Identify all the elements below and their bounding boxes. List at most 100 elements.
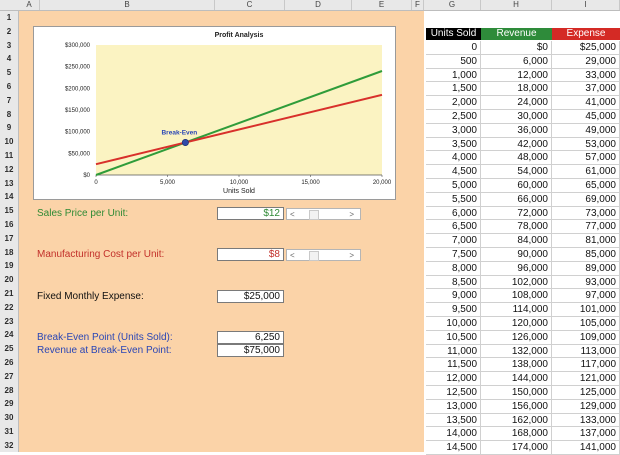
row-header-6[interactable]: 6 — [0, 80, 18, 94]
table-cell[interactable]: 7,000 — [426, 234, 481, 248]
row-header-13[interactable]: 13 — [0, 177, 18, 191]
table-cell[interactable]: 1,000 — [426, 68, 481, 83]
table-cell[interactable]: 14,500 — [426, 441, 481, 455]
scroll-thumb[interactable] — [309, 251, 319, 261]
table-cell[interactable]: 29,000 — [552, 54, 620, 69]
row-header-30[interactable]: 30 — [0, 411, 18, 425]
row-header-16[interactable]: 16 — [0, 218, 18, 232]
row-header-19[interactable]: 19 — [0, 259, 18, 273]
column-header-e[interactable]: E — [352, 0, 412, 10]
row-header-18[interactable]: 18 — [0, 246, 18, 260]
table-cell[interactable]: 6,000 — [426, 206, 481, 221]
row-header-4[interactable]: 4 — [0, 52, 18, 66]
row-header-1[interactable]: 1 — [0, 11, 18, 25]
mfg-cost-input[interactable]: $8 — [217, 248, 284, 261]
scroll-right-arrow[interactable]: > — [349, 250, 354, 261]
row-header-31[interactable]: 31 — [0, 425, 18, 439]
table-cell[interactable]: 49,000 — [552, 123, 620, 138]
table-cell[interactable]: 108,000 — [481, 289, 552, 304]
table-cell[interactable]: 500 — [426, 54, 481, 69]
table-cell[interactable]: 73,000 — [552, 206, 620, 221]
table-header-cell[interactable]: Revenue — [481, 28, 552, 40]
row-header-21[interactable]: 21 — [0, 287, 18, 301]
table-cell[interactable]: 36,000 — [481, 123, 552, 138]
table-cell[interactable]: 125,000 — [552, 386, 620, 400]
row-header-9[interactable]: 9 — [0, 121, 18, 135]
scroll-left-arrow[interactable]: < — [290, 250, 295, 261]
column-header-g[interactable]: G — [424, 0, 481, 10]
table-cell[interactable]: 129,000 — [552, 399, 620, 414]
profit-chart[interactable]: Profit Analysis Units Sold 0 5,000 10,000 1… — [33, 26, 396, 200]
table-cell[interactable]: 77,000 — [552, 220, 620, 235]
table-cell[interactable]: 89,000 — [552, 261, 620, 276]
table-cell[interactable]: 132,000 — [481, 344, 552, 359]
table-cell[interactable]: 81,000 — [552, 234, 620, 248]
table-cell[interactable]: 42,000 — [481, 137, 552, 152]
table-cell[interactable]: 13,000 — [426, 399, 481, 414]
table-cell[interactable]: 12,500 — [426, 386, 481, 400]
table-cell[interactable]: 93,000 — [552, 275, 620, 290]
row-header-24[interactable]: 24 — [0, 328, 18, 342]
table-cell[interactable]: 11,500 — [426, 358, 481, 373]
column-header-i[interactable]: I — [552, 0, 620, 10]
table-cell[interactable]: 41,000 — [552, 96, 620, 110]
row-header-32[interactable]: 32 — [0, 439, 18, 453]
table-cell[interactable]: $25,000 — [552, 41, 620, 55]
sales-price-input[interactable]: $12 — [217, 207, 284, 220]
column-header-a[interactable]: A — [19, 0, 40, 10]
column-header-b[interactable]: B — [40, 0, 215, 10]
table-cell[interactable]: 97,000 — [552, 289, 620, 304]
table-cell[interactable]: 9,500 — [426, 303, 481, 317]
row-header-15[interactable]: 15 — [0, 204, 18, 218]
table-cell[interactable]: 144,000 — [481, 372, 552, 386]
table-cell[interactable]: 12,000 — [481, 68, 552, 83]
table-cell[interactable]: 45,000 — [552, 110, 620, 124]
table-cell[interactable]: $0 — [481, 41, 552, 55]
table-cell[interactable]: 78,000 — [481, 220, 552, 235]
table-cell[interactable]: 33,000 — [552, 68, 620, 83]
table-cell[interactable]: 30,000 — [481, 110, 552, 124]
table-cell[interactable]: 53,000 — [552, 137, 620, 152]
table-cell[interactable]: 2,500 — [426, 110, 481, 124]
row-header-22[interactable]: 22 — [0, 301, 18, 315]
table-cell[interactable]: 6,500 — [426, 220, 481, 235]
column-header-d[interactable]: D — [285, 0, 352, 10]
table-cell[interactable]: 4,500 — [426, 165, 481, 179]
row-header-8[interactable]: 8 — [0, 108, 18, 122]
table-cell[interactable]: 105,000 — [552, 317, 620, 331]
row-header-10[interactable]: 10 — [0, 135, 18, 149]
table-cell[interactable]: 133,000 — [552, 413, 620, 428]
row-header-7[interactable]: 7 — [0, 94, 18, 108]
row-header-3[interactable]: 3 — [0, 39, 18, 53]
row-header-5[interactable]: 5 — [0, 66, 18, 80]
table-cell[interactable]: 114,000 — [481, 303, 552, 317]
table-cell[interactable]: 141,000 — [552, 441, 620, 455]
table-cell[interactable]: 54,000 — [481, 165, 552, 179]
table-cell[interactable]: 0 — [426, 41, 481, 55]
table-cell[interactable]: 102,000 — [481, 275, 552, 290]
table-cell[interactable]: 69,000 — [552, 192, 620, 207]
table-cell[interactable]: 72,000 — [481, 206, 552, 221]
table-cell[interactable]: 162,000 — [481, 413, 552, 428]
table-cell[interactable]: 2,000 — [426, 96, 481, 110]
table-cell[interactable]: 61,000 — [552, 165, 620, 179]
table-cell[interactable]: 11,000 — [426, 344, 481, 359]
column-header-h[interactable]: H — [481, 0, 552, 10]
row-header-14[interactable]: 14 — [0, 190, 18, 204]
table-cell[interactable]: 7,500 — [426, 248, 481, 262]
table-cell[interactable]: 9,000 — [426, 289, 481, 304]
column-header-c[interactable]: C — [215, 0, 285, 10]
table-cell[interactable]: 4,000 — [426, 151, 481, 166]
sales-price-scrollbar[interactable]: < > — [286, 208, 361, 220]
table-cell[interactable]: 84,000 — [481, 234, 552, 248]
table-cell[interactable]: 65,000 — [552, 179, 620, 193]
mfg-cost-scrollbar[interactable]: < > — [286, 249, 361, 261]
table-cell[interactable]: 138,000 — [481, 358, 552, 373]
table-cell[interactable]: 14,000 — [426, 427, 481, 442]
row-header-17[interactable]: 17 — [0, 232, 18, 246]
scroll-thumb[interactable] — [309, 210, 319, 220]
table-cell[interactable]: 168,000 — [481, 427, 552, 442]
table-cell[interactable]: 66,000 — [481, 192, 552, 207]
row-header-2[interactable]: 2 — [0, 25, 18, 39]
table-cell[interactable]: 12,000 — [426, 372, 481, 386]
